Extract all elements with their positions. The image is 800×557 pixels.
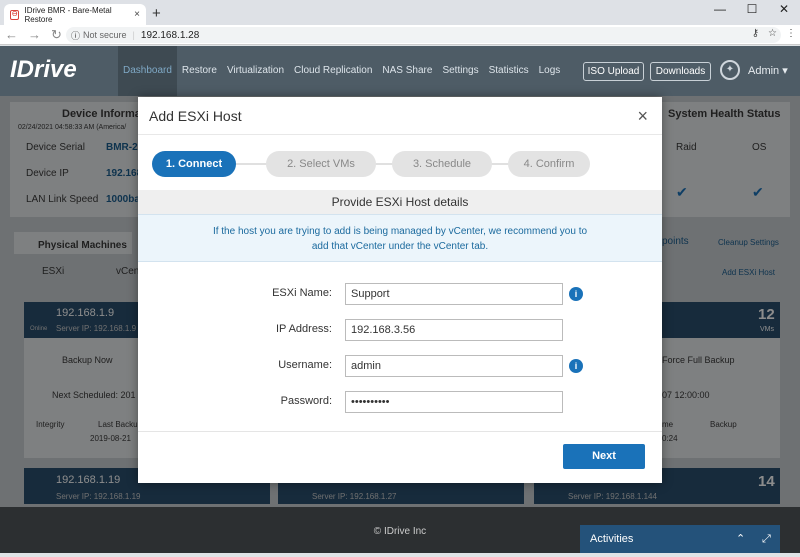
window-close-button[interactable]: ✕	[768, 0, 800, 20]
password-input[interactable]	[345, 391, 563, 413]
password-row: Password:	[138, 391, 662, 413]
menu-cloud-replication[interactable]: Cloud Replication	[289, 46, 377, 96]
ip-address-label: IP Address:	[275, 323, 332, 335]
back-icon[interactable]: ←	[5, 27, 18, 42]
tab-title: IDrive BMR - Bare-Metal Restore	[24, 5, 112, 24]
esxi-name-info-icon[interactable]: i	[569, 287, 583, 301]
browser-tab[interactable]: ϴ IDrive BMR - Bare-Metal Restore ×	[4, 4, 146, 25]
step-connect[interactable]: 1. Connect	[152, 151, 236, 177]
ip-address-row: IP Address:	[138, 319, 662, 341]
username-input[interactable]	[345, 355, 563, 377]
star-icon[interactable]: ☆	[768, 28, 777, 39]
iso-upload-button[interactable]: ISO Upload	[583, 62, 644, 81]
activities-panel[interactable]: Activities ⌃ ⤢	[580, 525, 780, 553]
new-tab-button[interactable]: +	[152, 5, 161, 22]
menu-logs[interactable]: Logs	[534, 46, 566, 96]
esxi-name-label: ESXi Name:	[272, 287, 332, 299]
admin-menu[interactable]: Admin ▾	[748, 64, 788, 77]
menu-nas-share[interactable]: NAS Share	[377, 46, 437, 96]
dialog-title: Add ESXi Host	[149, 107, 242, 124]
idrive-favicon-icon: ϴ	[10, 9, 20, 20]
menu-settings[interactable]: Settings	[437, 46, 483, 96]
add-esxi-host-dialog: Add ESXi Host × 1. Connect 2. Select VMs…	[138, 97, 662, 483]
esxi-name-input[interactable]	[345, 283, 563, 305]
address-bar-row: ← → ↻ ⓘ Not secure | 192.168.1.28 ⚷ ☆ ⋮	[0, 25, 800, 45]
note-line-1: If the host you are trying to add is bei…	[212, 226, 588, 237]
next-button[interactable]: Next	[563, 444, 645, 469]
note-line-2: add that vCenter under the vCenter tab.	[311, 241, 489, 252]
section-subheading: Provide ESXi Host details	[138, 190, 662, 214]
vcenter-note: If the host you are trying to add is bei…	[138, 214, 662, 262]
security-label: Not secure	[83, 30, 127, 40]
kebab-menu-icon[interactable]: ⋮	[786, 28, 796, 39]
url-text: 192.168.1.28	[140, 29, 200, 41]
browser-tab-bar: ϴ IDrive BMR - Bare-Metal Restore × + — …	[0, 0, 800, 25]
idrive-logo: IDrive	[10, 56, 77, 83]
main-menu: Dashboard Restore Virtualization Cloud R…	[118, 46, 565, 96]
reload-icon[interactable]: ↻	[51, 27, 62, 43]
menu-restore[interactable]: Restore	[177, 46, 222, 96]
app-nav-bar: IDrive Dashboard Restore Virtualization …	[0, 46, 800, 96]
dialog-header: Add ESXi Host	[138, 97, 662, 135]
downloads-button[interactable]: Downloads	[650, 62, 711, 81]
window-controls: — ☐ ✕	[704, 0, 800, 20]
activities-label: Activities	[590, 533, 634, 545]
forward-icon[interactable]: →	[28, 27, 41, 42]
lightbulb-icon[interactable]: ✦	[720, 60, 740, 80]
url-separator: |	[132, 30, 135, 40]
step-confirm[interactable]: 4. Confirm	[508, 151, 590, 177]
chevron-up-icon[interactable]: ⌃	[736, 525, 745, 553]
username-row: Username: i	[138, 355, 662, 377]
username-label: Username:	[278, 359, 332, 371]
menu-statistics[interactable]: Statistics	[484, 46, 534, 96]
key-icon[interactable]: ⚷	[752, 28, 759, 39]
address-bar-icons: ⚷ ☆ ⋮	[752, 28, 796, 39]
tab-close-icon[interactable]: ×	[134, 9, 140, 20]
step-schedule[interactable]: 3. Schedule	[392, 151, 492, 177]
dialog-close-icon[interactable]: ×	[637, 106, 648, 127]
menu-dashboard[interactable]: Dashboard	[118, 46, 177, 96]
url-bar[interactable]: ⓘ Not secure | 192.168.1.28	[66, 27, 781, 43]
wizard-steps: 1. Connect 2. Select VMs 3. Schedule 4. …	[152, 151, 592, 179]
esxi-name-row: ESXi Name: i	[138, 283, 662, 305]
minimize-button[interactable]: —	[704, 0, 736, 20]
menu-virtualization[interactable]: Virtualization	[222, 46, 289, 96]
password-label: Password:	[280, 395, 332, 407]
info-circle-icon[interactable]: ⓘ	[71, 29, 80, 42]
username-info-icon[interactable]: i	[569, 359, 583, 373]
ip-address-input[interactable]	[345, 319, 563, 341]
expand-icon[interactable]: ⤢	[762, 525, 771, 553]
step-select-vms[interactable]: 2. Select VMs	[266, 151, 376, 177]
dialog-footer-divider	[138, 431, 662, 432]
maximize-button[interactable]: ☐	[736, 0, 768, 20]
